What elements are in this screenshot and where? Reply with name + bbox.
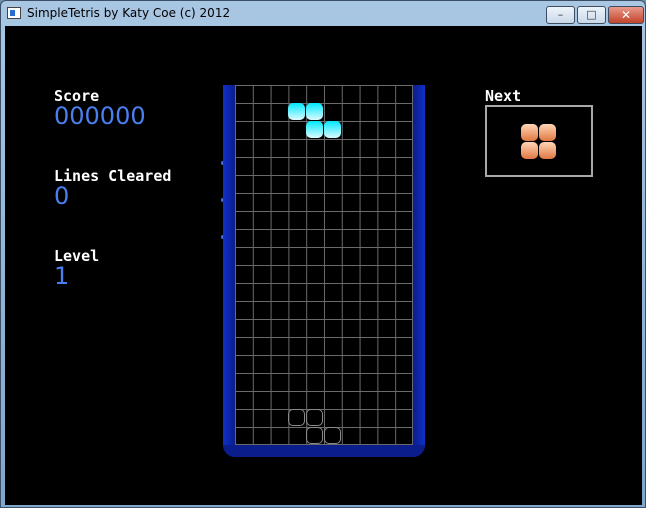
active-piece-block xyxy=(288,103,305,120)
next-piece-preview xyxy=(485,105,593,177)
well-left-wall xyxy=(223,85,235,457)
app-window: SimpleTetris by Katy Coe (c) 2012 – □ ✕ … xyxy=(0,0,646,508)
active-piece-block xyxy=(306,103,323,120)
well-right-wall xyxy=(413,85,425,457)
close-button[interactable]: ✕ xyxy=(608,6,644,24)
next-label: Next xyxy=(485,87,522,105)
playfield-grid xyxy=(235,85,413,445)
lines-cleared-value: 0 xyxy=(54,182,70,210)
maximize-button[interactable]: □ xyxy=(577,6,606,24)
ghost-piece-block xyxy=(288,409,305,426)
ghost-piece-block xyxy=(324,427,341,444)
next-piece-block xyxy=(521,142,538,159)
title-bar[interactable]: SimpleTetris by Katy Coe (c) 2012 – □ ✕ xyxy=(1,1,645,26)
active-piece-block xyxy=(306,121,323,138)
level-value: 1 xyxy=(54,262,70,290)
ghost-piece-block xyxy=(306,427,323,444)
game-canvas[interactable]: Score 000000 Lines Cleared 0 Level 1 Nex… xyxy=(5,26,642,505)
next-piece-block xyxy=(539,124,556,141)
next-piece-block xyxy=(539,142,556,159)
well-floor xyxy=(223,445,425,457)
playfield-well xyxy=(223,85,425,457)
next-piece-block xyxy=(521,124,538,141)
score-value: 000000 xyxy=(54,102,146,130)
ghost-piece-block xyxy=(306,409,323,426)
lines-cleared-label: Lines Cleared xyxy=(54,167,172,185)
app-icon xyxy=(7,7,21,19)
minimize-button[interactable]: – xyxy=(546,6,575,24)
window-title: SimpleTetris by Katy Coe (c) 2012 xyxy=(27,6,231,20)
active-piece-block xyxy=(324,121,341,138)
